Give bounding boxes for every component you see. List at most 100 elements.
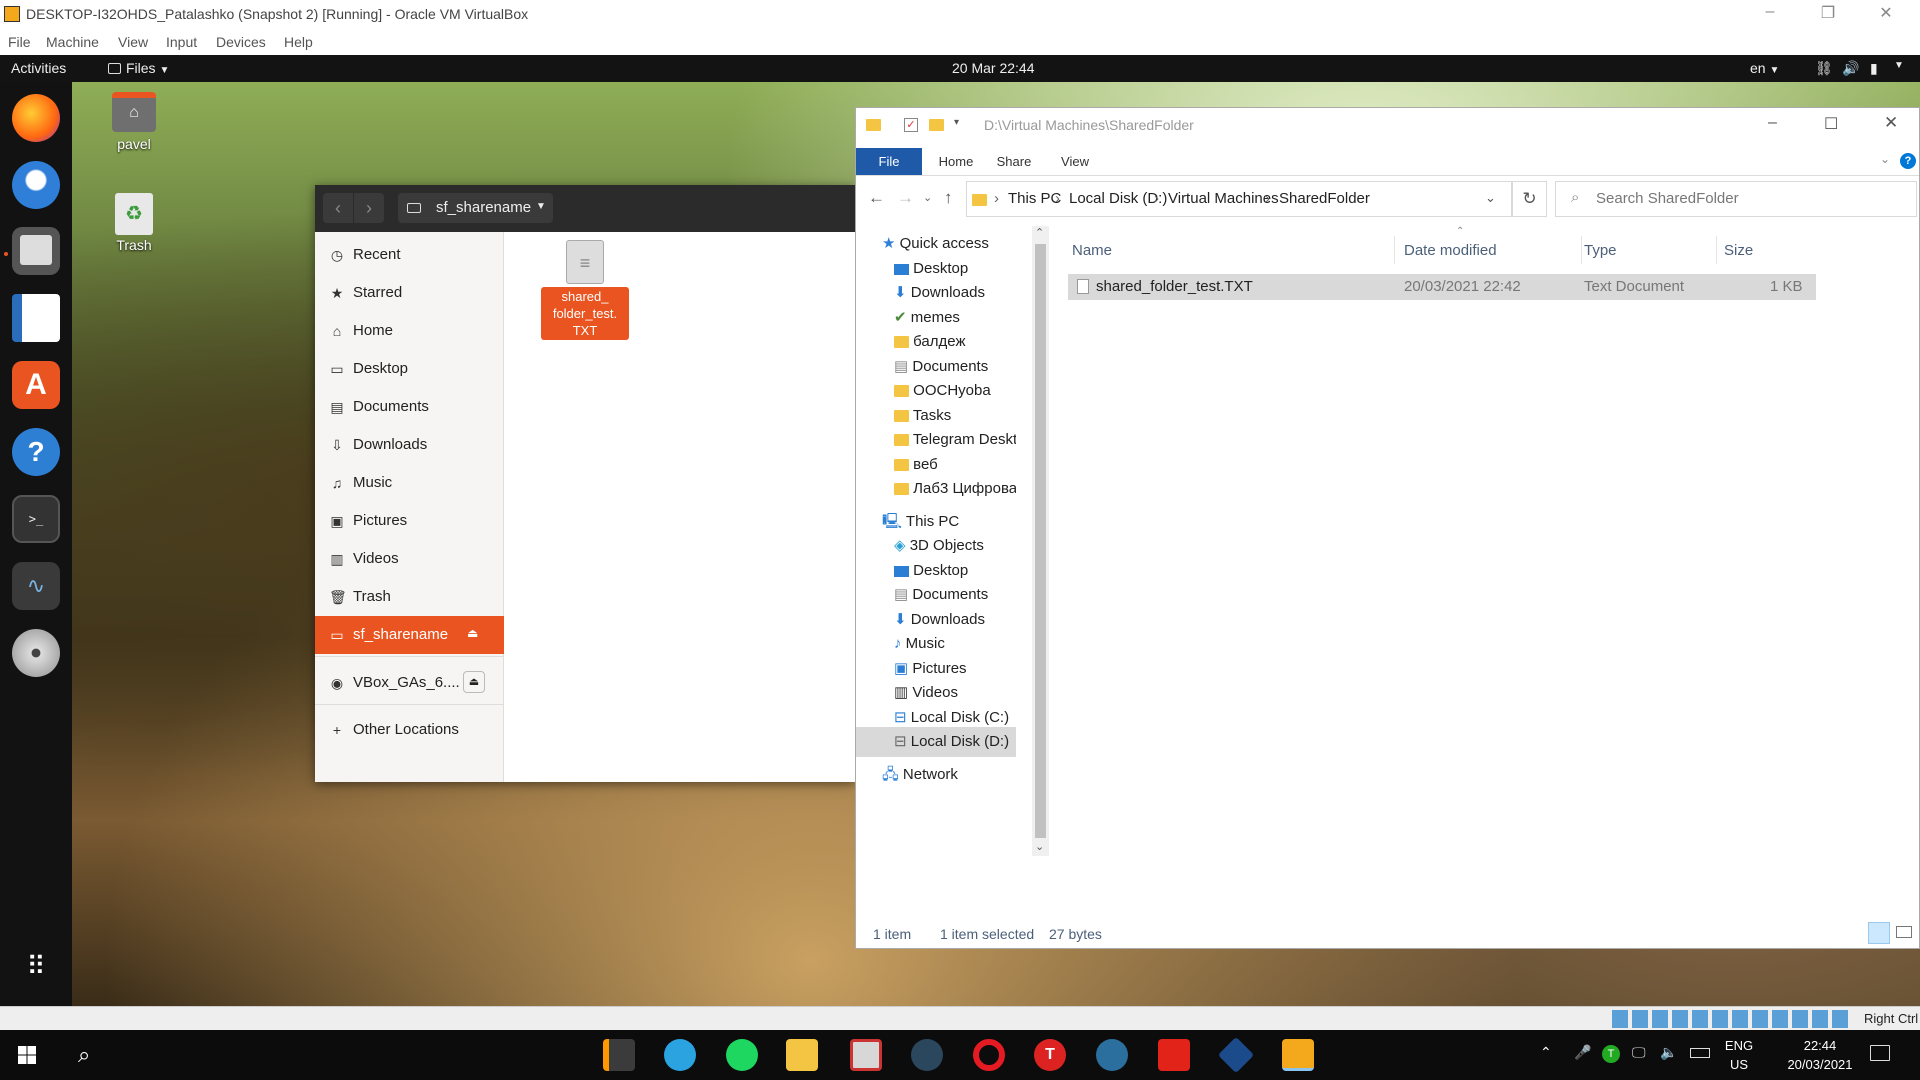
software-icon[interactable]: A — [12, 361, 60, 409]
details-view-icon[interactable] — [1868, 922, 1890, 944]
system-clock[interactable]: 22:44 20/03/2021 — [1770, 1036, 1870, 1074]
steam-icon[interactable] — [911, 1039, 943, 1071]
scrollbar-thumb[interactable] — [1035, 244, 1046, 838]
ribbon-tab-share[interactable]: Share — [984, 148, 1044, 175]
close-button[interactable]: ✕ — [1884, 113, 1898, 133]
sidebar-item-pictures[interactable]: ▣ Pictures — [315, 502, 504, 540]
chevron-down-icon[interactable]: ▼ — [1894, 60, 1904, 71]
address-bar[interactable]: › This PC › Local Disk (D:) › Virtual Ma… — [966, 181, 1512, 217]
file-item[interactable]: ≡ shared_ folder_test. TXT — [540, 240, 630, 340]
eject-icon[interactable]: ⏏ — [467, 626, 478, 640]
input-language[interactable]: ENG US — [1722, 1036, 1756, 1074]
forward-button[interactable]: › — [354, 193, 384, 223]
language-indicator[interactable]: en ▼ — [1750, 60, 1779, 76]
sidebar-item-desktop[interactable]: ▭ Desktop — [315, 350, 504, 388]
ribbon-tab-home[interactable]: Home — [928, 148, 984, 175]
activities-button[interactable]: Activities — [11, 60, 66, 76]
acrobat-icon[interactable] — [1158, 1039, 1190, 1071]
menu-help[interactable]: Help — [284, 34, 313, 50]
sidebar-item-sf-sharename[interactable]: ▭ sf_sharename ⏏ — [315, 616, 504, 654]
t-app-icon[interactable]: T — [1034, 1039, 1066, 1071]
sidebar-item-downloads[interactable]: ⇩ Downloads — [315, 426, 504, 464]
file-explorer-icon[interactable] — [786, 1039, 818, 1071]
breadcrumb-this-pc[interactable]: This PC — [1008, 190, 1061, 207]
microphone-icon[interactable]: 🎤 — [1574, 1044, 1591, 1061]
files-icon[interactable] — [12, 227, 60, 275]
nav-item-selected[interactable]: ⊟ Local Disk (D:) — [856, 727, 1016, 757]
restore-button[interactable]: ❐ — [1815, 3, 1841, 25]
show-apps-icon[interactable]: ⠿ — [12, 942, 60, 990]
up-arrow-icon[interactable]: ↑ — [944, 188, 953, 208]
minimize-button[interactable]: – — [1757, 3, 1783, 25]
desktop-icon-trash[interactable]: ♻ Trash — [104, 193, 164, 257]
column-header-size[interactable]: Size — [1724, 242, 1753, 259]
clock[interactable]: 20 Mar 22:44 — [952, 60, 1035, 76]
virtualbox-icon[interactable] — [1217, 1036, 1255, 1074]
volume-icon[interactable]: 🔈 — [1660, 1044, 1677, 1061]
table-row[interactable]: shared_folder_test.TXT 20/03/2021 22:42 … — [1068, 274, 1816, 300]
eject-icon[interactable]: ⏏ — [463, 671, 485, 693]
menu-file[interactable]: File — [8, 34, 31, 50]
opera-icon[interactable] — [973, 1039, 1005, 1071]
sublime-icon[interactable] — [603, 1039, 635, 1071]
writer-icon[interactable] — [12, 294, 60, 342]
files-app-menu[interactable]: Files ▼ — [108, 60, 169, 76]
customize-quick-access-icon[interactable]: ▾ — [954, 117, 959, 128]
sidebar-item-home[interactable]: ⌂ Home — [315, 312, 504, 350]
firefox-icon[interactable] — [12, 94, 60, 142]
back-arrow-icon[interactable]: ← — [868, 188, 885, 208]
spotify-icon[interactable] — [726, 1039, 758, 1071]
large-icons-view-icon[interactable] — [1896, 926, 1912, 938]
telegram-icon[interactable] — [664, 1039, 696, 1071]
sidebar-item-music[interactable]: ♫ Music — [315, 464, 504, 502]
nav-network[interactable]: 🖧 Network — [882, 760, 958, 790]
desktop-icon-pavel[interactable]: ⌂ pavel — [104, 92, 164, 156]
column-header-name[interactable]: Name — [1072, 242, 1112, 259]
column-header-date[interactable]: Date modified — [1404, 242, 1497, 259]
recent-locations-icon[interactable]: ⌄ — [923, 191, 932, 204]
menu-view[interactable]: View — [118, 34, 148, 50]
breadcrumb-local-disk-d[interactable]: Local Disk (D:) — [1069, 190, 1167, 207]
new-folder-icon[interactable] — [929, 119, 944, 131]
nav-scrollbar[interactable]: ⌃ ⌄ — [1032, 226, 1049, 856]
ribbon-expand-icon[interactable]: ⌄ — [1880, 152, 1890, 166]
forward-arrow-icon[interactable]: → — [897, 188, 914, 208]
thunderbird-icon[interactable] — [12, 161, 60, 209]
vm-device-indicators[interactable] — [1612, 1010, 1850, 1028]
nav-item[interactable]: Лаб3 Цифровая — [894, 474, 1016, 504]
battery-icon[interactable] — [1690, 1048, 1710, 1058]
chevron-down-icon[interactable]: ⌄ — [1485, 190, 1496, 206]
disc-icon[interactable] — [12, 629, 60, 677]
menu-input[interactable]: Input — [166, 34, 197, 50]
column-header-type[interactable]: Type — [1584, 242, 1617, 259]
steam-icon[interactable] — [1096, 1039, 1128, 1071]
minimize-button[interactable]: – — [1768, 114, 1777, 132]
sidebar-item-recent[interactable]: ◷ Recent — [315, 236, 504, 274]
network-icon[interactable]: ⛓ — [1815, 60, 1833, 77]
menu-devices[interactable]: Devices — [216, 34, 266, 50]
search-box[interactable]: ⌕ Search SharedFolder — [1555, 181, 1917, 217]
breadcrumb-sharedfolder[interactable]: SharedFolder — [1279, 190, 1370, 207]
notification-icon[interactable] — [1870, 1045, 1890, 1061]
tray-chevron-icon[interactable]: ⌃ — [1540, 1044, 1552, 1061]
sidebar-item-starred[interactable]: ★ Starred — [315, 274, 504, 312]
help-icon[interactable]: ? — [1900, 153, 1916, 169]
sidebar-item-other-locations[interactable]: + Other Locations — [315, 711, 504, 749]
scroll-down-icon[interactable]: ⌄ — [1035, 840, 1044, 853]
terminal-icon[interactable]: >_ — [12, 495, 60, 543]
photos-icon[interactable] — [850, 1039, 882, 1071]
ribbon-tab-view[interactable]: View — [1046, 148, 1104, 175]
search-icon[interactable]: ⌕ — [78, 1042, 90, 1068]
tray-app-icon[interactable]: T — [1602, 1045, 1620, 1063]
scroll-up-icon[interactable]: ⌃ — [1035, 226, 1044, 239]
virtualbox-vm-icon[interactable] — [1282, 1039, 1314, 1071]
windows-start-icon[interactable] — [18, 1046, 36, 1064]
properties-icon[interactable]: ✓ — [904, 118, 918, 132]
menu-machine[interactable]: Machine — [46, 34, 99, 50]
sidebar-item-videos[interactable]: ▥ Videos — [315, 540, 504, 578]
maximize-button[interactable]: ☐ — [1824, 114, 1838, 134]
system-monitor-icon[interactable]: ∿ — [12, 562, 60, 610]
back-button[interactable]: ‹ — [323, 193, 353, 223]
sidebar-item-vbox-gas[interactable]: ◉ VBox_GAs_6.... ⏏ — [315, 664, 504, 702]
sidebar-item-trash[interactable]: 🗑 Trash — [315, 578, 504, 616]
